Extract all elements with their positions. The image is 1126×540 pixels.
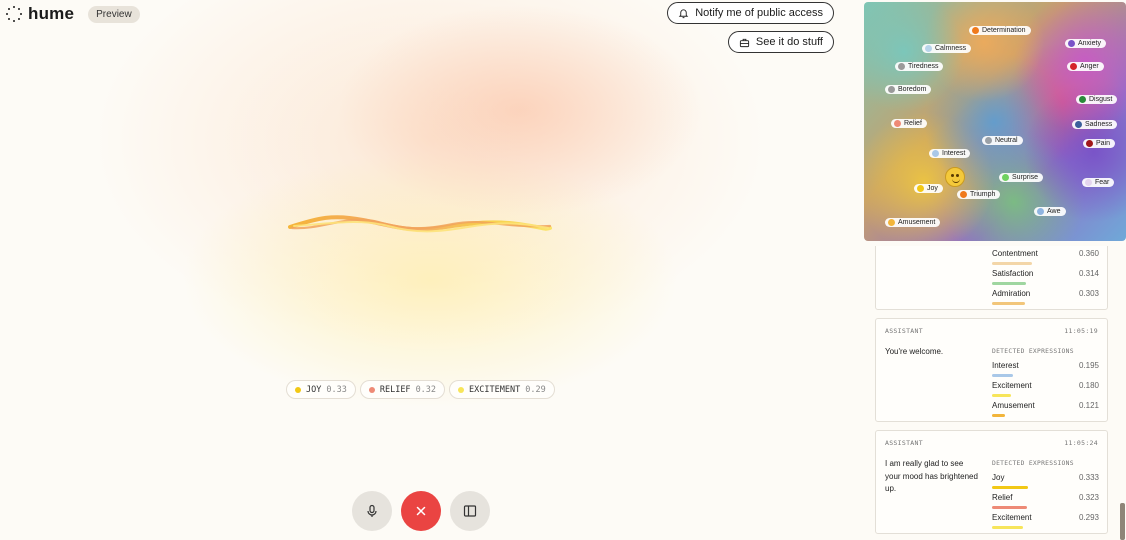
timestamp: 11:05:24 xyxy=(1064,439,1098,447)
chip-label: RELIEF xyxy=(379,384,411,395)
map-label: Disgust xyxy=(1076,95,1118,104)
map-label: Tiredness xyxy=(895,62,944,71)
detected-expressions-label: DETECTED EXPRESSIONS xyxy=(992,348,1074,355)
hume-logo-icon xyxy=(6,6,23,23)
expression-row: Interest 0.195 xyxy=(992,361,1099,377)
chip-label: JOY xyxy=(306,384,322,395)
feed-scrollbar[interactable] xyxy=(1120,503,1125,540)
emotion-map: Determination Calmness Anxiety Tiredness… xyxy=(864,2,1126,241)
map-label: Sadness xyxy=(1072,120,1118,129)
map-label: Relief xyxy=(891,119,927,128)
see-label: See it do stuff xyxy=(755,36,823,48)
map-label: Amusement xyxy=(885,218,941,227)
expression-chip: JOY 0.33 xyxy=(286,380,356,399)
notify-label: Notify me of public access xyxy=(695,7,823,19)
map-label: Boredom xyxy=(885,85,932,94)
call-controls xyxy=(352,491,490,531)
map-label: Awe xyxy=(1034,207,1066,216)
role-label: ASSISTANT xyxy=(885,439,923,447)
microphone-icon xyxy=(367,504,377,517)
timestamp: 11:05:19 xyxy=(1064,327,1098,335)
sidebar-toggle-icon xyxy=(463,505,477,517)
joy-dot-icon xyxy=(295,386,301,393)
detected-expressions-label: DETECTED EXPRESSIONS xyxy=(992,460,1074,467)
voice-stage: hume Preview Notify me of public access … xyxy=(0,0,862,540)
notify-button[interactable]: Notify me of public access xyxy=(667,2,834,24)
expression-row: Satisfaction 0.314 xyxy=(992,269,1099,285)
chip-value: 0.29 xyxy=(525,384,546,395)
map-label: Joy xyxy=(914,184,943,193)
map-label: Calmness xyxy=(922,44,972,53)
audio-waveform xyxy=(288,215,552,233)
toolbox-icon xyxy=(739,38,750,47)
assistant-message: You're welcome. xyxy=(885,347,944,356)
expression-row: Joy 0.333 xyxy=(992,473,1099,489)
map-label: Anger xyxy=(1067,62,1104,71)
map-label: Surprise xyxy=(999,173,1044,182)
end-call-button[interactable] xyxy=(401,491,441,531)
map-label: Neutral xyxy=(982,136,1023,145)
current-mood-emoji-icon xyxy=(945,167,965,187)
expression-chip: RELIEF 0.32 xyxy=(359,380,446,399)
excitement-dot-icon xyxy=(458,386,465,393)
see-it-do-stuff-button[interactable]: See it do stuff xyxy=(727,31,834,53)
map-label: Triumph xyxy=(957,190,1001,199)
bell-icon xyxy=(678,8,689,18)
role-label: ASSISTANT xyxy=(885,327,923,335)
chip-label: EXCITEMENT xyxy=(469,384,521,395)
expression-row: Amusement 0.121 xyxy=(992,401,1099,417)
brand-name: hume xyxy=(28,4,75,23)
expression-row: Admiration 0.303 xyxy=(992,289,1099,305)
message-card: ASSISTANT 11:05:19 You're welcome. DETECT… xyxy=(875,318,1108,422)
mute-button[interactable] xyxy=(352,491,392,531)
preview-badge: Preview xyxy=(88,5,140,23)
expression-row: Excitement 0.293 xyxy=(992,513,1099,529)
relief-dot-icon xyxy=(368,386,375,393)
assistant-message: I am really glad to see your mood has br… xyxy=(885,459,978,493)
map-label: Pain xyxy=(1083,139,1116,148)
message-card: Contentment 0.360 Satisfaction 0.314 Admir… xyxy=(875,246,1108,310)
expression-chip: EXCITEMENT 0.29 xyxy=(449,380,555,399)
map-label: Anxiety xyxy=(1065,39,1106,48)
brand: hume Preview xyxy=(6,4,140,24)
map-label: Determination xyxy=(969,26,1031,35)
message-card: ASSISTANT 11:05:24 I am really glad to se… xyxy=(875,430,1108,534)
expression-row: Relief 0.323 xyxy=(992,493,1099,509)
transcript-feed[interactable]: Contentment 0.360 Satisfaction 0.314 Admir… xyxy=(864,246,1126,540)
top-expressions: JOY 0.33 RELIEF 0.32 EXCITEMENT 0.29 xyxy=(286,380,555,399)
chip-value: 0.33 xyxy=(326,384,347,395)
expression-row: Contentment 0.360 xyxy=(992,249,1099,265)
map-label: Fear xyxy=(1082,178,1115,187)
chip-value: 0.32 xyxy=(415,384,437,395)
map-label: Interest xyxy=(929,149,971,158)
close-icon xyxy=(416,506,426,516)
expression-row: Excitement 0.180 xyxy=(992,381,1099,397)
toggle-panel-button[interactable] xyxy=(450,491,490,531)
